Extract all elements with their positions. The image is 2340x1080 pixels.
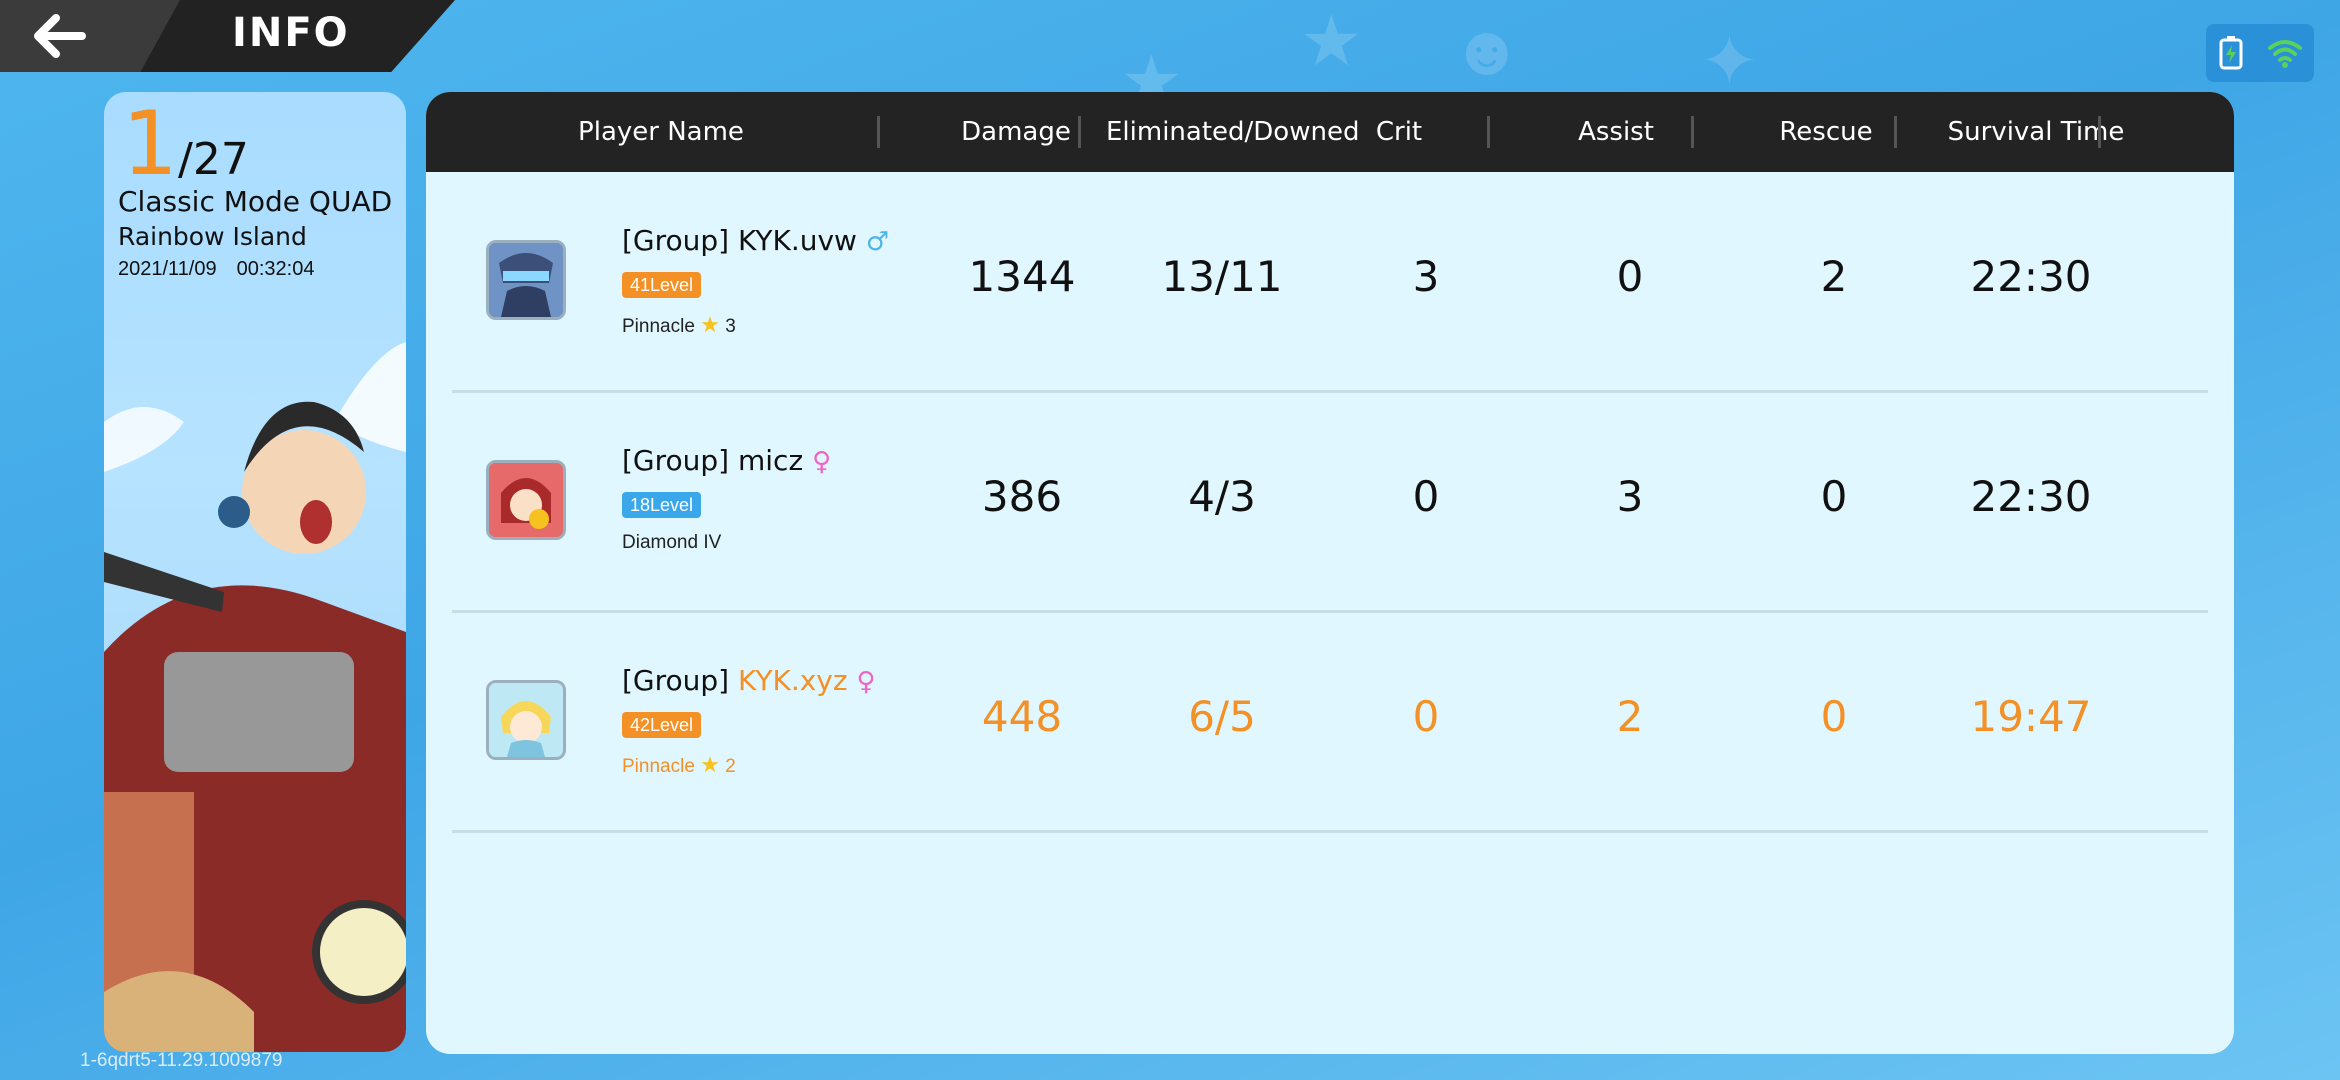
placement-rank: 1/27 [122, 92, 249, 195]
female-icon: ♀ [856, 667, 876, 697]
player-name: [Group] micz ♀ [622, 444, 831, 477]
header-divider [1894, 116, 1897, 148]
match-datetime: 2021/11/09 00:32:04 [118, 258, 314, 281]
rank-info: Pinnacle ★ 3 [622, 312, 736, 338]
header-divider [1487, 116, 1490, 148]
crit-value: 0 [1412, 472, 1440, 521]
header-damage: Damage [961, 117, 1071, 147]
survival-value: 22:30 [1970, 472, 2092, 521]
player-nickname: KYK.uvw [738, 224, 857, 257]
match-summary-card: 1/27 Classic Mode QUAD Rainbow Island 20… [104, 92, 406, 1052]
table-header: Player Name Damage Eliminated/Downed Cri… [426, 92, 2234, 172]
player-avatar-image [489, 683, 563, 757]
player-nickname: micz [738, 444, 804, 477]
background-doodle: ✦ [1700, 22, 1759, 100]
game-mode: Classic Mode QUAD [118, 185, 393, 218]
damage-value: 1344 [968, 252, 1076, 301]
header-divider [1691, 116, 1694, 148]
page-title: INFO [232, 10, 350, 56]
damage-value: 448 [981, 692, 1063, 741]
group-tag: [Group] [622, 444, 730, 477]
rescue-value: 0 [1820, 692, 1848, 741]
rescue-value: 2 [1820, 252, 1848, 301]
avatar[interactable] [486, 460, 566, 540]
header-divider [877, 116, 880, 148]
male-icon: ♂ [865, 227, 890, 257]
status-indicator [2206, 24, 2314, 82]
level-badge: 18Level [622, 492, 702, 518]
elim-value: 6/5 [1188, 692, 1256, 741]
assist-value: 0 [1616, 252, 1644, 301]
battery-charging-icon [2219, 36, 2243, 70]
avatar[interactable] [486, 240, 566, 320]
header-crit: Crit [1375, 117, 1423, 147]
rank-info: Pinnacle ★ 2 [622, 752, 736, 778]
star-icon: ★ [700, 752, 720, 777]
back-arrow-icon [34, 14, 86, 58]
crit-value: 3 [1412, 252, 1440, 301]
map-name: Rainbow Island [118, 222, 307, 251]
avatar[interactable] [486, 680, 566, 760]
elim-value: 13/11 [1161, 252, 1283, 301]
rank-total: /27 [178, 134, 249, 185]
table-row[interactable]: [Group] KYK.xyz ♀ 42Level Pinnacle ★ 2 4… [452, 612, 2208, 833]
background-doodle: ☻ [1450, 11, 1524, 89]
rank-tier: Diamond IV [622, 532, 722, 553]
rank-tier: Pinnacle [622, 316, 695, 337]
table-row[interactable]: [Group] micz ♀ 18Level Diamond IV 386 4/… [452, 392, 2208, 613]
rank-tier: Pinnacle [622, 756, 695, 777]
match-time: 00:32:04 [236, 258, 315, 280]
star-count: 2 [725, 756, 736, 777]
rank-info: Diamond IV [622, 532, 721, 554]
match-date: 2021/11/09 [118, 258, 217, 280]
star-icon: ★ [700, 312, 720, 337]
header-divider [1078, 116, 1081, 148]
header-eliminated-downed: Eliminated/Downed [1106, 117, 1360, 147]
header-divider [2098, 116, 2101, 148]
level-badge: 42Level [622, 712, 702, 738]
rescue-value: 0 [1820, 472, 1848, 521]
header-player-name: Player Name [578, 117, 744, 147]
header-survival-time: Survival Time [1947, 117, 2125, 147]
assist-value: 2 [1616, 692, 1644, 741]
level-badge: 41Level [622, 272, 702, 298]
wifi-icon [2268, 40, 2302, 68]
assist-value: 3 [1616, 472, 1644, 521]
group-tag: [Group] [622, 224, 730, 257]
player-avatar-image [489, 243, 563, 317]
player-avatar-image [489, 463, 563, 537]
crit-value: 0 [1412, 692, 1440, 741]
survival-value: 22:30 [1970, 252, 2092, 301]
stats-table: Player Name Damage Eliminated/Downed Cri… [426, 92, 2234, 1054]
rank-number: 1 [122, 92, 178, 195]
header-rescue: Rescue [1779, 117, 1873, 147]
star-count: 3 [725, 316, 736, 337]
header-assist: Assist [1578, 117, 1654, 147]
player-nickname: KYK.xyz [738, 664, 848, 697]
player-name: [Group] KYK.xyz ♀ [622, 664, 876, 697]
table-row[interactable]: [Group] KYK.uvw ♂ 41Level Pinnacle ★ 3 1… [452, 172, 2208, 393]
elim-value: 4/3 [1188, 472, 1256, 521]
group-tag: [Group] [622, 664, 730, 697]
player-name: [Group] KYK.uvw ♂ [622, 224, 889, 257]
damage-value: 386 [981, 472, 1063, 521]
survival-value: 19:47 [1970, 692, 2092, 741]
background-doodle: ★ [1300, 2, 1363, 80]
version-label: 1-6qdrt5-11.29.1009879 [80, 1050, 283, 1071]
female-icon: ♀ [812, 447, 832, 477]
